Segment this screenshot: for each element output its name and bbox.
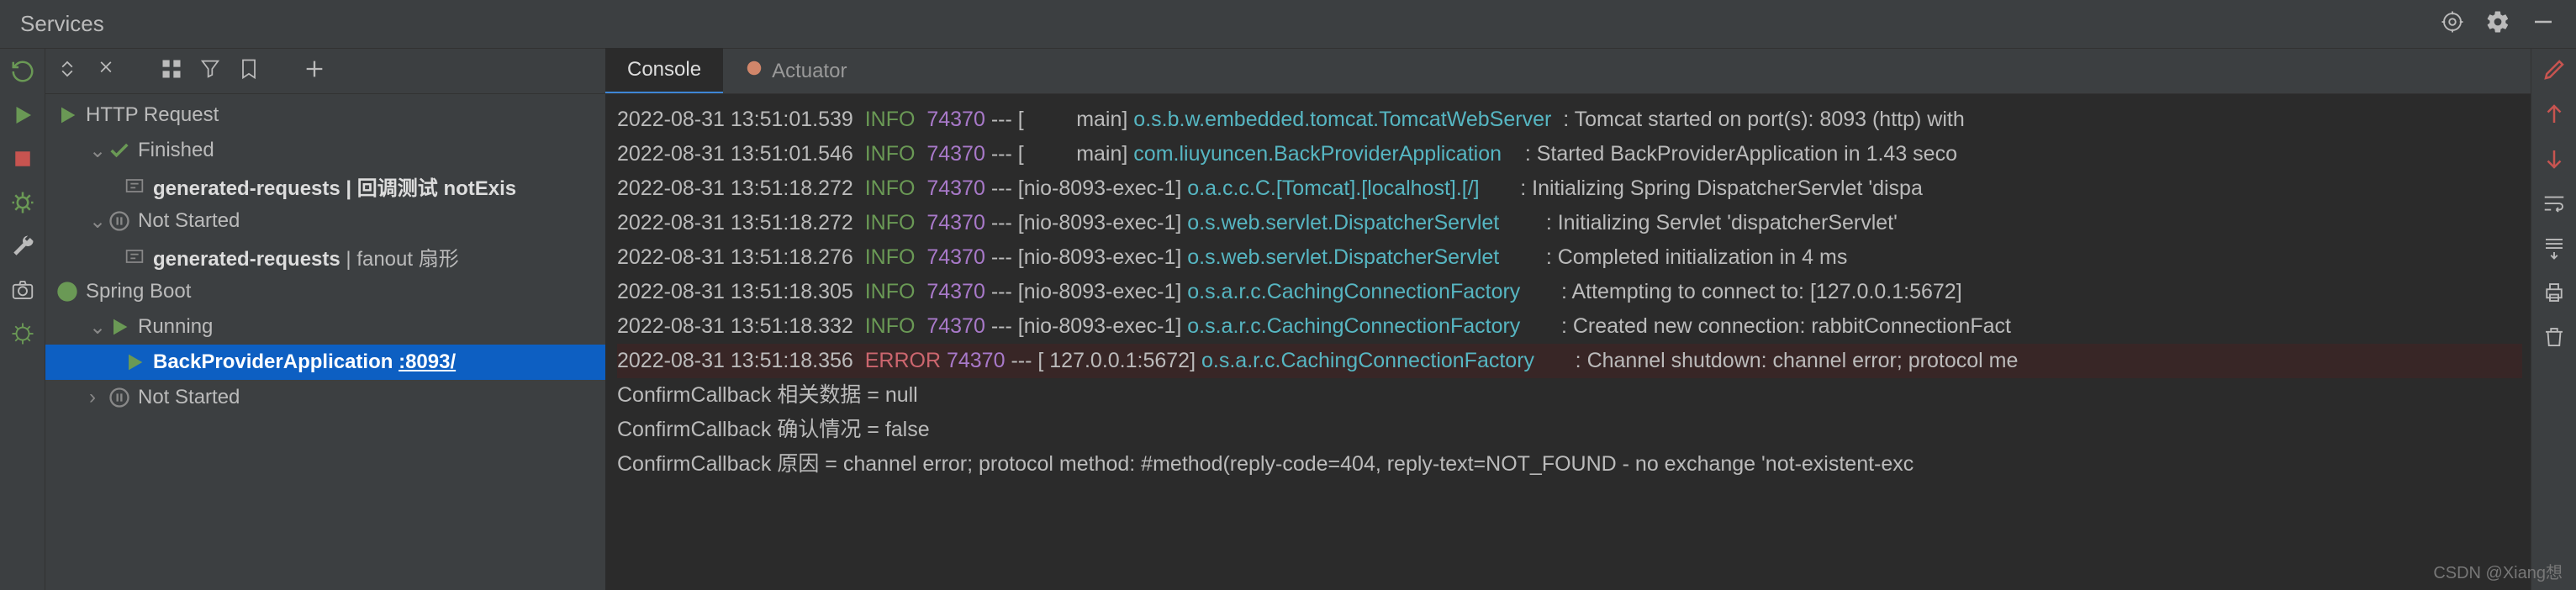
play-icon [108,315,131,339]
log-row: 2022-08-31 13:51:18.276 INFO 74370 --- [… [617,240,2522,275]
console-output[interactable]: 2022-08-31 13:51:01.539 INFO 74370 --- [… [605,94,2531,590]
node-label: BackProviderApplication :8093/ [153,350,456,374]
bug-icon[interactable] [8,319,37,348]
trash-icon[interactable] [2542,324,2567,354]
filter-icon[interactable] [198,57,222,85]
tab-actuator[interactable]: Actuator [723,49,868,93]
panel-title: Services [20,11,104,37]
scroll-to-end-icon[interactable] [2542,235,2567,265]
log-row: 2022-08-31 13:51:18.356 ERROR 74370 --- … [617,344,2522,378]
request-icon [123,245,146,268]
log-row: ConfirmCallback 原因 = channel error; prot… [617,447,2522,482]
expander-icon[interactable]: ⌄ [89,139,108,163]
log-row: 2022-08-31 13:51:18.332 INFO 74370 --- [… [617,309,2522,344]
node-label: Spring Boot [86,280,191,303]
node-generated-requests-callback[interactable]: generated-requests | 回调测试 notExis [45,168,605,203]
run-icon[interactable] [8,101,37,129]
left-gutter [0,49,45,590]
check-icon [108,139,131,162]
log-row: 2022-08-31 13:51:01.539 INFO 74370 --- [… [617,103,2522,137]
rerun-icon[interactable] [8,57,37,86]
expander-icon[interactable]: ⌄ [89,209,108,234]
log-row: 2022-08-31 13:51:01.546 INFO 74370 --- [… [617,137,2522,171]
log-row: 2022-08-31 13:51:18.305 INFO 74370 --- [… [617,275,2522,309]
right-gutter [2531,49,2576,590]
node-running[interactable]: ⌄ Running [45,309,605,345]
content-tabs: Console Actuator [605,49,2531,94]
bug-rerun-icon[interactable] [8,188,37,217]
log-row: ConfirmCallback 相关数据 = null [617,378,2522,413]
node-label: Finished [138,139,214,162]
watermark: CSDN @Xiang想 [2433,559,2563,583]
node-not-started-1[interactable]: ⌄ Not Started [45,203,605,239]
view-mode-icon[interactable] [160,57,183,85]
log-row: ConfirmCallback 确认情况 = false [617,413,2522,447]
node-label: Not Started [138,386,240,409]
tab-console[interactable]: Console [605,48,723,93]
node-label: Running [138,315,213,339]
edit-icon[interactable] [2542,57,2567,87]
node-not-started-2[interactable]: › Not Started [45,380,605,415]
stop-icon[interactable] [8,145,37,173]
node-label: generated-requests | fanout 扇形 [153,242,459,271]
print-icon[interactable] [2542,280,2567,309]
spring-boot-icon [55,280,79,303]
node-http-request[interactable]: HTTP Request [45,97,605,133]
node-label: generated-requests | 回调测试 notExis [153,171,516,201]
node-finished[interactable]: ⌄ Finished [45,133,605,168]
minimize-icon[interactable] [2531,9,2556,39]
play-icon [123,350,146,374]
tree-view: HTTP Request ⌄ Finished generated-reques… [45,94,605,415]
expander-icon[interactable]: ⌄ [89,315,108,340]
bookmark-icon[interactable] [237,57,261,85]
expand-all-icon[interactable] [55,57,79,85]
soft-wrap-icon[interactable] [2542,191,2567,220]
log-row: 2022-08-31 13:51:18.272 INFO 74370 --- [… [617,206,2522,240]
pause-icon [108,209,131,233]
collapse-all-icon[interactable] [94,57,118,85]
gear-icon[interactable] [2485,9,2510,39]
wrench-icon[interactable] [8,232,37,261]
http-icon [55,103,79,127]
camera-icon[interactable] [8,276,37,304]
add-icon[interactable] [303,57,326,85]
pause-icon [108,386,131,409]
arrow-up-icon[interactable] [2542,102,2567,131]
node-back-provider-app[interactable]: BackProviderApplication :8093/ [45,345,605,380]
node-label: Not Started [138,209,240,233]
actuator-icon [745,59,763,83]
request-icon [123,174,146,198]
log-row: 2022-08-31 13:51:18.272 INFO 74370 --- [… [617,171,2522,206]
tree-toolbar [45,49,605,94]
node-label: HTTP Request [86,103,219,127]
node-spring-boot[interactable]: Spring Boot [45,274,605,309]
target-icon[interactable] [2440,9,2465,39]
expander-icon[interactable]: › [89,386,108,409]
node-generated-requests-fanout[interactable]: generated-requests | fanout 扇形 [45,239,605,274]
arrow-down-icon[interactable] [2542,146,2567,176]
